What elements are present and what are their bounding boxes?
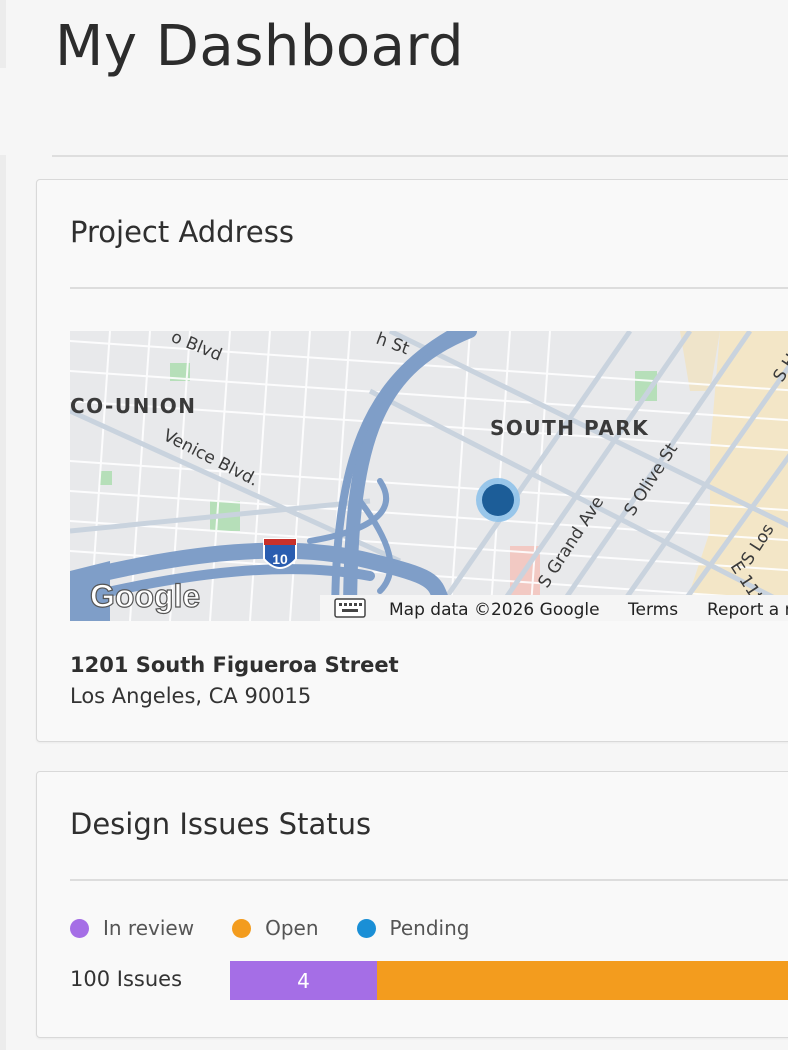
pending-dot-icon <box>356 918 376 938</box>
status-legend: In review Open Pending <box>70 916 507 940</box>
report-map-error-link[interactable]: Report a map error <box>707 600 788 620</box>
address-city: Los Angeles, CA 90015 <box>70 684 312 708</box>
address-street: 1201 South Figueroa Street <box>70 653 399 677</box>
bar-segment-in-review[interactable]: 4 <box>230 961 377 1000</box>
map[interactable]: 10 CO-UNION SOUTH PARK Venice Blvd. o Bl… <box>70 331 788 621</box>
legend-pending[interactable]: Pending <box>356 916 469 940</box>
card-title: Design Issues Status <box>70 807 372 841</box>
map-label-south-park: SOUTH PARK <box>490 416 649 440</box>
legend-open[interactable]: Open <box>232 916 319 940</box>
open-dot-icon <box>232 918 252 938</box>
map-label-pico-union: CO-UNION <box>70 394 197 418</box>
map-terms-link[interactable]: Terms <box>627 600 678 620</box>
issues-status-bar: 4 <box>230 961 788 1000</box>
interstate-shield-icon: 10 <box>263 538 297 569</box>
google-logo: Google <box>90 578 200 614</box>
bar-segment-open[interactable] <box>377 961 788 1000</box>
project-address-card: Project Address 10 CO-UNION SOUTH PARK V… <box>36 179 788 742</box>
in-review-dot-icon <box>70 918 89 938</box>
card-divider <box>70 879 788 881</box>
left-panel-edge <box>0 0 6 68</box>
map-data-attribution: Map data ©2026 Google <box>389 600 600 620</box>
title-divider <box>52 155 788 157</box>
card-title: Project Address <box>70 215 294 249</box>
issues-total: 100 Issues <box>70 967 183 991</box>
location-marker-icon[interactable] <box>476 478 520 522</box>
left-panel-edge <box>0 155 6 1050</box>
card-divider <box>70 287 788 289</box>
page-title: My Dashboard <box>55 14 465 79</box>
design-issues-card: Design Issues Status In review Open Pend… <box>36 771 788 1038</box>
keyboard-icon[interactable] <box>334 598 366 618</box>
svg-text:10: 10 <box>272 551 288 567</box>
legend-in-review[interactable]: In review <box>70 916 194 940</box>
